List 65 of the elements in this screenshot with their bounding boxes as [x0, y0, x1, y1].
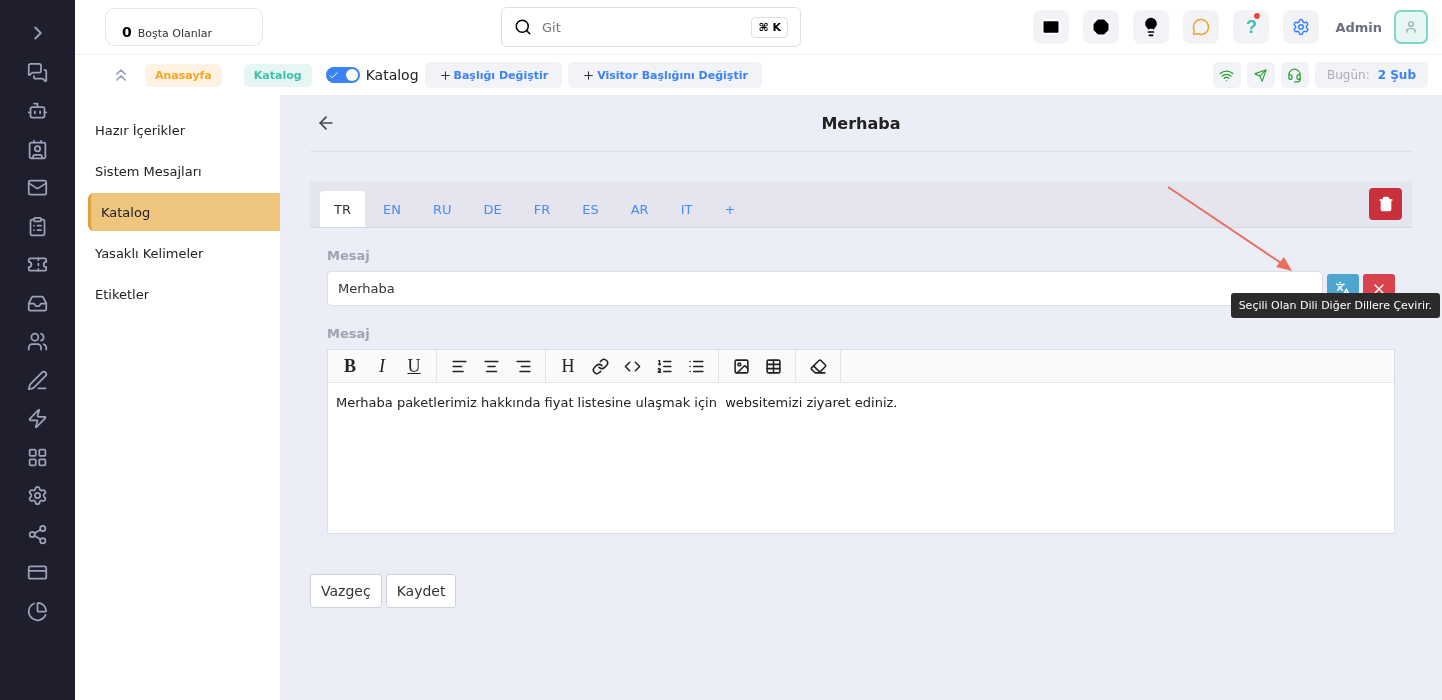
save-button[interactable]: Kaydet [385, 574, 457, 608]
plus-icon [582, 68, 596, 82]
delete-button[interactable] [1369, 188, 1402, 220]
user-icon [1404, 20, 1418, 34]
robot-icon[interactable] [27, 100, 48, 121]
support-button[interactable] [1280, 62, 1309, 88]
mail-button[interactable] [1033, 10, 1070, 44]
editor-area[interactable]: Merhaba paketlerimiz hakkında fiyat listesine ulaşmak için websitemizi ziyaret ediniz. [328, 383, 1394, 533]
alert-icon [1091, 17, 1112, 37]
tooltip: Seçili Olan Dili Diğer Dillere Çevirir. [1230, 293, 1440, 318]
chat-bubble-icon [1192, 18, 1211, 36]
share-icon[interactable] [27, 523, 48, 545]
search-icon [514, 18, 532, 36]
settings-icon [1292, 18, 1311, 36]
menu-item[interactable]: Hazır İçerikler [95, 111, 280, 149]
users-icon[interactable] [27, 331, 48, 352]
format-button[interactable]: U [398, 351, 430, 381]
notification-dot [1254, 13, 1261, 19]
trash-icon [1377, 196, 1394, 212]
format-button[interactable]: I [366, 351, 398, 381]
search-field[interactable]: Git ⌘ K [501, 7, 801, 47]
table-icon [764, 357, 782, 375]
format-button[interactable]: H [552, 351, 584, 381]
lightning-icon[interactable] [27, 408, 48, 429]
alert-button[interactable] [1083, 10, 1120, 44]
question-mark: ? [1245, 16, 1257, 38]
menu-item[interactable]: Sistem Mesajları [95, 152, 280, 190]
language-tab[interactable]: TR [320, 191, 365, 227]
toggle-switch[interactable] [325, 67, 360, 83]
paper-plane-icon [1254, 68, 1268, 82]
menu-item[interactable]: Katalog [88, 193, 280, 231]
ordered-list-icon [655, 357, 673, 375]
telegram-button[interactable] [1246, 62, 1275, 88]
eraser-icon [809, 357, 827, 375]
editor-text: Merhaba paketlerimiz hakkında fiyat listesine ulaşmak için websitemizi ziyaret ediniz. [336, 395, 898, 410]
headset-icon [1287, 67, 1303, 83]
grid-icon[interactable] [27, 446, 48, 468]
pie-chart-icon[interactable] [27, 600, 48, 622]
shortcut-key: ⌘ K [751, 16, 788, 38]
date-label: Bugün: [1326, 68, 1370, 82]
toggle-label: Katalog [365, 67, 419, 83]
menu-item[interactable]: Yasaklı Kelimeler [95, 234, 280, 272]
contact-icon[interactable] [27, 138, 48, 160]
image-icon [732, 357, 750, 375]
wifi-button[interactable] [1212, 62, 1241, 88]
page-title: Merhaba [821, 113, 901, 133]
mail-icon[interactable] [27, 177, 48, 198]
lightbulb-button[interactable] [1133, 10, 1170, 44]
format-button[interactable]: B [334, 351, 366, 381]
clipboard-icon[interactable] [27, 215, 48, 237]
settings-icon[interactable] [27, 485, 48, 506]
date-value: 2 Şub [1377, 68, 1416, 82]
link-icon [591, 357, 609, 375]
pen-icon[interactable] [27, 369, 48, 391]
settings-button[interactable] [1283, 10, 1320, 44]
user-name: Admin [1335, 19, 1382, 35]
plus-icon [438, 68, 452, 82]
check-icon [327, 69, 339, 81]
field-label: Mesaj [327, 248, 371, 263]
chat-icon[interactable] [27, 61, 48, 83]
wifi-icon [1219, 67, 1235, 83]
menu-item[interactable]: Etiketler [95, 275, 280, 313]
idle-counter[interactable]: 0 Boşta Olanlar [105, 8, 263, 46]
field-label: Mesaj [327, 326, 371, 341]
cancel-button[interactable]: Vazgeç [310, 574, 382, 608]
